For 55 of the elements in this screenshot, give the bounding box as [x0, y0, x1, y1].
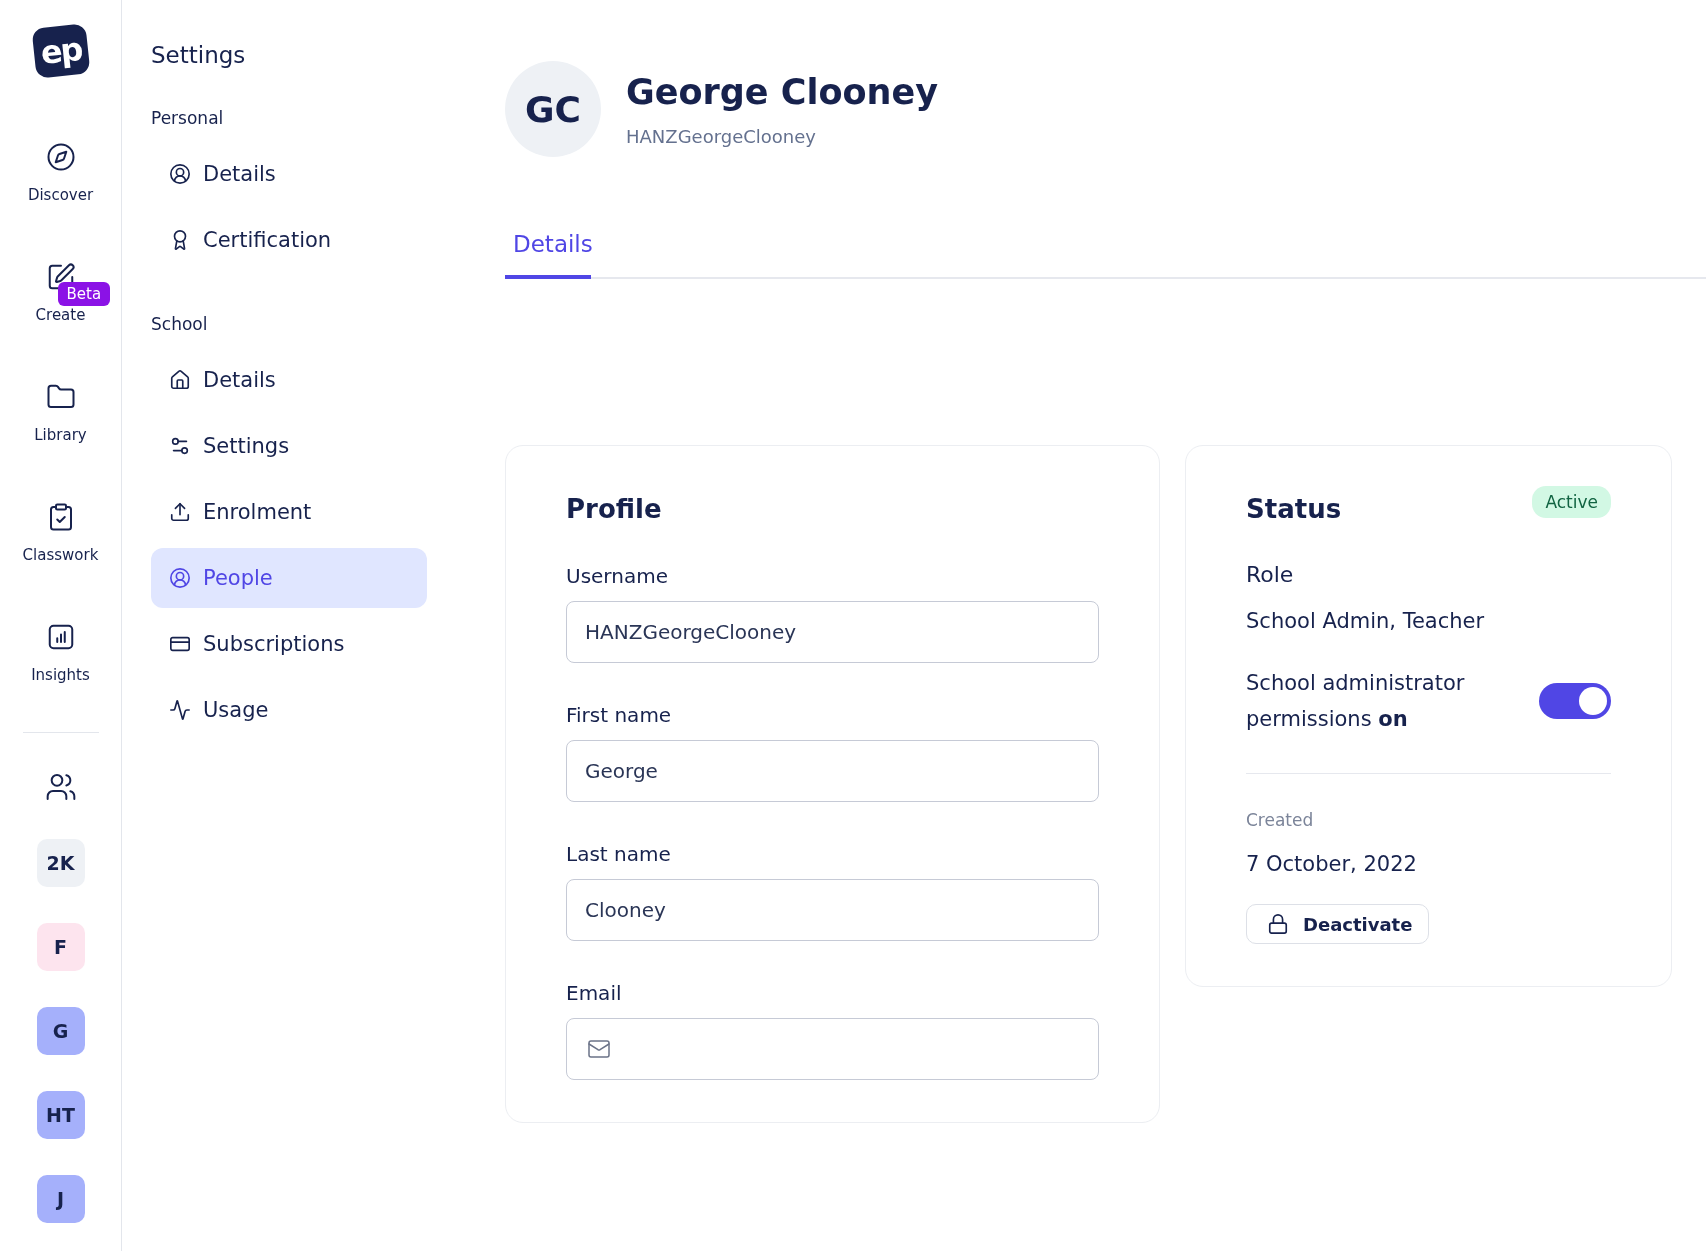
tab[interactable]: Details	[505, 221, 591, 279]
house-icon	[169, 369, 191, 391]
input-field[interactable]: George	[566, 740, 1099, 802]
settings-nav-item[interactable]: Usage	[151, 680, 427, 740]
workspace-avatar[interactable]: G	[36, 1007, 85, 1055]
input-field[interactable]: Clooney	[566, 879, 1099, 941]
upload-icon	[169, 501, 191, 523]
section-label: School	[151, 314, 209, 334]
settings-nav-item[interactable]: Enrolment	[151, 482, 427, 542]
rail-nav-item[interactable]: Library	[6, 382, 115, 502]
role-label: Role	[1246, 562, 1295, 587]
user-username: HANZGeorgeClooney	[626, 125, 817, 147]
beta-badge: Beta	[57, 282, 111, 306]
rail-nav-item[interactable]: Insights	[6, 622, 115, 742]
settings-nav-item[interactable]: Settings	[151, 416, 427, 476]
rail-nav-item[interactable]: Discover	[6, 142, 115, 262]
sliders-icon	[169, 435, 191, 457]
created-label: Created	[1246, 810, 1315, 830]
role-value: School Admin, Teacher	[1246, 609, 1486, 633]
rail-nav-item[interactable]: Beta Create	[6, 262, 115, 382]
email-field[interactable]	[566, 1018, 1099, 1080]
settings-nav-item[interactable]: Details	[151, 144, 427, 204]
workspace-avatar[interactable]: HT	[36, 1091, 85, 1139]
logo[interactable]: ep	[31, 23, 90, 79]
users-icon[interactable]	[44, 771, 77, 803]
created-date: 7 October, 2022	[1246, 852, 1418, 876]
input-field[interactable]: HANZGeorgeClooney	[566, 601, 1099, 663]
activity-icon	[169, 699, 191, 721]
workspace-avatar[interactable]: J	[36, 1175, 85, 1223]
settings-nav-item[interactable]: People	[151, 548, 427, 608]
compass-icon	[45, 142, 76, 172]
field-label: Username	[566, 564, 669, 588]
section-label: Personal	[151, 108, 225, 128]
deactivate-button[interactable]: Deactivate	[1246, 904, 1430, 944]
mail-icon	[587, 1037, 611, 1061]
workspace-avatar[interactable]: F	[36, 923, 85, 971]
card-title: Profile	[566, 494, 663, 524]
rail-nav-item[interactable]: Classwork	[6, 502, 115, 622]
settings-nav-item[interactable]: Details	[151, 350, 427, 410]
status-badge: Active	[1532, 486, 1611, 518]
permissions-toggle[interactable]	[1539, 683, 1611, 719]
user-circle-icon	[169, 163, 191, 185]
user-name: George Clooney	[626, 71, 938, 112]
permissions-text: School administrator permissions on	[1246, 670, 1466, 733]
field-label: First name	[566, 703, 673, 727]
lock-icon	[1267, 913, 1289, 935]
workspace-avatar[interactable]: 2K	[36, 839, 85, 887]
field-label: Email	[566, 981, 623, 1005]
settings-nav-item[interactable]: Subscriptions	[151, 614, 427, 674]
user-circle-icon	[169, 567, 191, 589]
user-avatar: GC	[505, 61, 601, 157]
field-label: Last name	[566, 842, 672, 866]
settings-title: Settings	[151, 42, 247, 68]
card-title: Status	[1246, 494, 1342, 524]
settings-nav-item[interactable]: Certification	[151, 210, 427, 270]
